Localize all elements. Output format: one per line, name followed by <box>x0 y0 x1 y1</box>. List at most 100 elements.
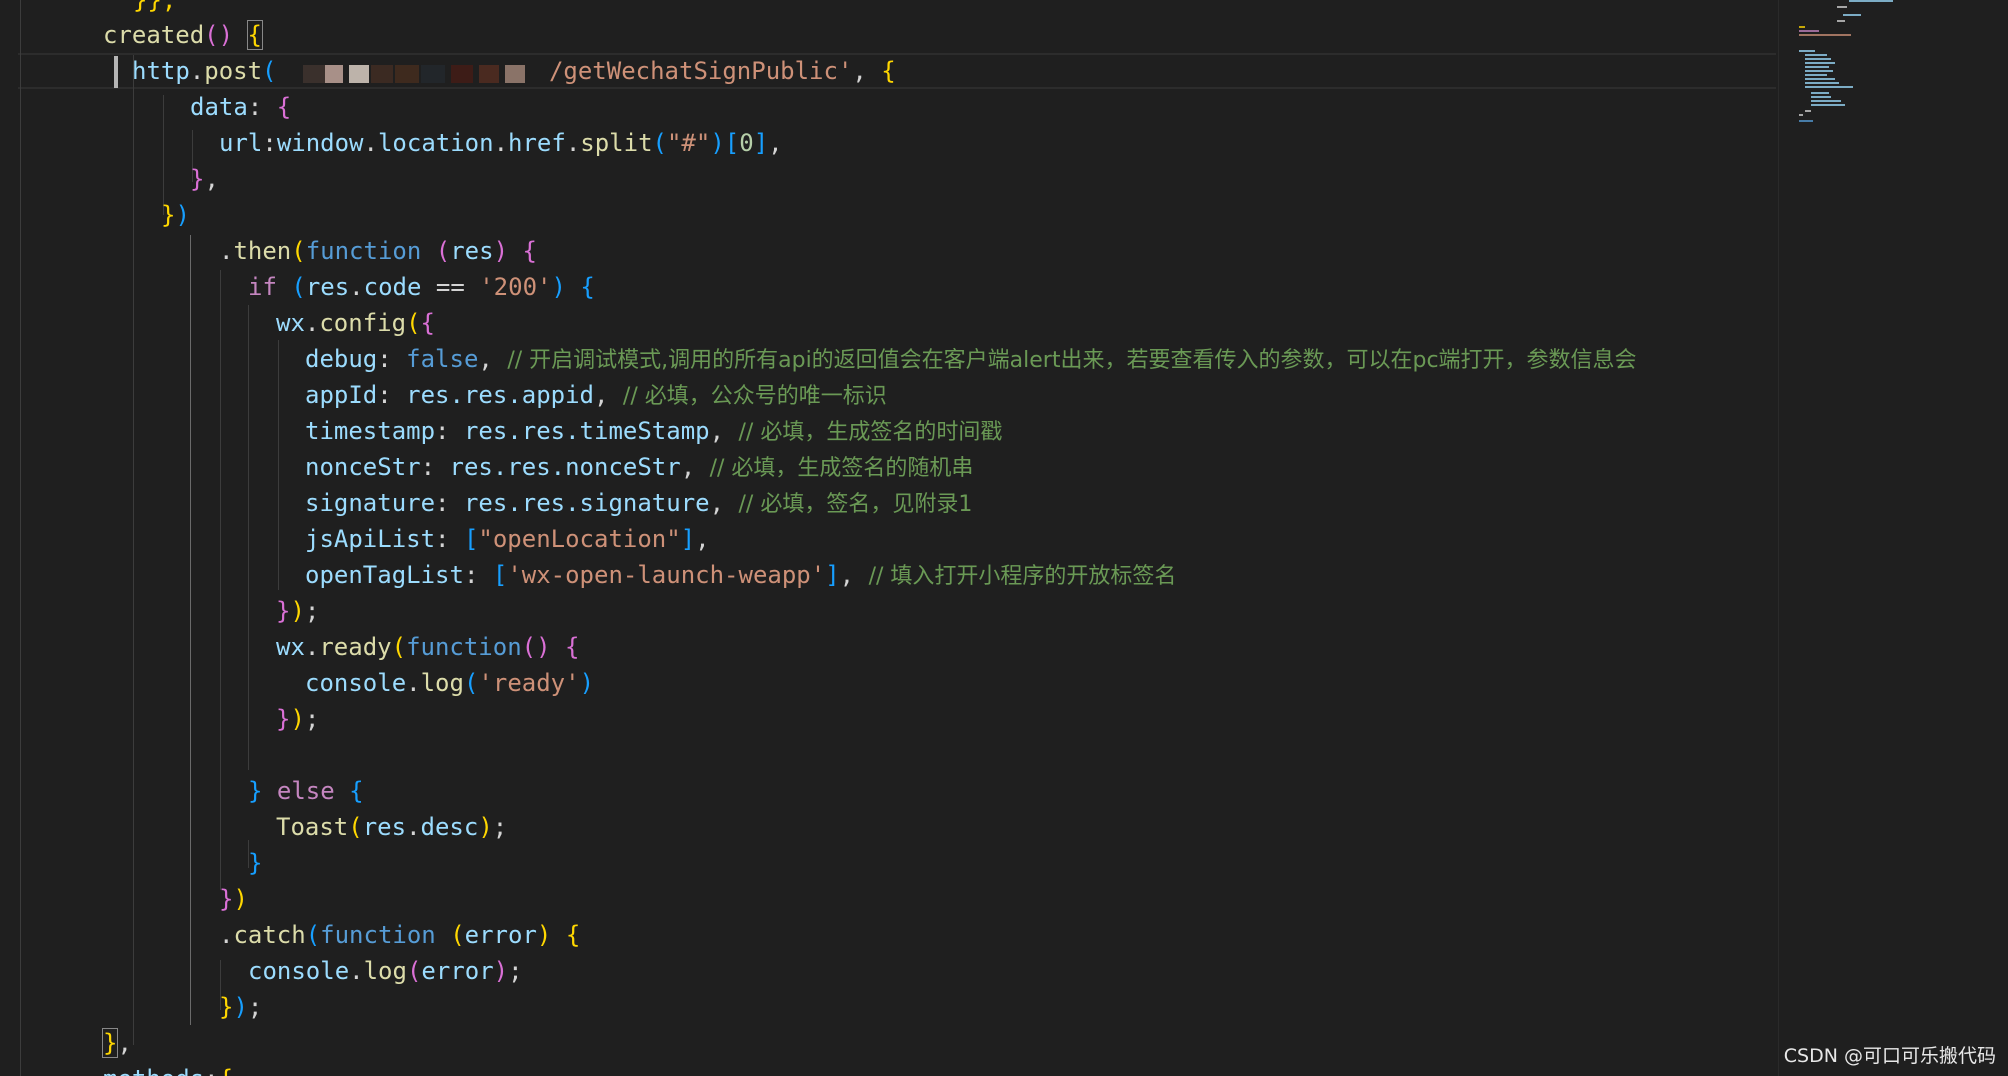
code-token: == <box>421 273 480 301</box>
code-token: error <box>464 921 537 949</box>
minimap-line <box>1805 66 1829 68</box>
code-line: data: { <box>190 93 292 121</box>
minimap-line <box>1799 50 1815 52</box>
code-token: error <box>421 957 494 985</box>
code-token: "openLocation" <box>478 525 681 553</box>
code-comment: // 填入打开小程序的开放标签名 <box>868 564 1177 589</box>
code-editor[interactable]: }}, created() { http.post( /getWechatSig… <box>0 0 2008 1076</box>
code-token: wx <box>276 309 305 337</box>
code-line: }); <box>219 993 263 1021</box>
text-cursor <box>114 56 118 88</box>
code-token: post <box>204 57 263 85</box>
code-line: url:window.location.href.split("#")[0], <box>219 129 783 157</box>
code-token: signature <box>305 489 436 517</box>
indent-guide <box>220 270 221 890</box>
code-token: url <box>219 129 263 157</box>
minimap[interactable] <box>1778 0 2008 1076</box>
code-comment: // 必填，签名，见附录1 <box>738 492 973 517</box>
code-line: jsApiList: ["openLocation"], <box>305 525 710 553</box>
code-token: debug <box>305 345 378 373</box>
code-line: appId: res.res.appid, // 必填，公众号的唯一标识 <box>305 381 887 409</box>
code-token: Toast <box>276 813 349 841</box>
minimap-line <box>1805 62 1835 64</box>
minimap-line <box>1799 26 1805 28</box>
code-token: '200' <box>479 273 552 301</box>
code-line: } else { <box>248 777 364 805</box>
code-token: /getWechatSignPublic' <box>548 57 853 85</box>
code-token: function <box>320 921 436 949</box>
code-token: function <box>305 237 422 265</box>
code-token: 0 <box>739 129 754 157</box>
code-line: console.log('ready') <box>305 669 595 697</box>
code-token: appId <box>305 381 378 409</box>
code-line: }, <box>190 165 219 193</box>
code-line: } <box>248 849 263 877</box>
code-line: nonceStr: res.res.nonceStr, // 必填，生成签名的随… <box>305 453 974 481</box>
minimap-line <box>1805 54 1827 56</box>
code-token: res.res.nonceStr <box>449 453 681 481</box>
code-token: http <box>132 57 190 85</box>
minimap-line <box>1843 14 1861 16</box>
code-comment: // 开启调试模式,调用的所有api的返回值会在客户端alert出来，若要查看传… <box>507 348 1637 373</box>
code-token: "#" <box>666 129 711 157</box>
code-token: res <box>450 237 494 265</box>
code-token: window <box>276 129 364 157</box>
code-token: config <box>319 309 407 337</box>
code-token: else <box>276 777 335 805</box>
code-comment: // 必填，生成签名的时间戳 <box>738 420 1003 445</box>
minimap-line <box>1837 6 1847 8</box>
csdn-watermark: CSDN @可口可乐搬代码 <box>1783 1045 1996 1067</box>
minimap-line <box>1849 0 1893 2</box>
code-token: jsApiList <box>305 525 436 553</box>
minimap-line <box>1811 92 1829 94</box>
code-line: methods:{ <box>103 1061 233 1076</box>
minimap-line <box>1811 104 1845 106</box>
code-token: log <box>420 669 464 697</box>
code-token: href <box>508 129 566 157</box>
code-token: function <box>406 633 522 661</box>
code-token: 'ready' <box>478 669 580 697</box>
code-line: openTagList: ['wx-open-launch-weapp'], /… <box>305 561 1177 589</box>
code-line: }) <box>219 885 248 913</box>
code-token: catch <box>233 921 306 949</box>
code-token: false <box>406 345 479 373</box>
minimap-line <box>1799 34 1851 36</box>
code-token: wx <box>276 633 305 661</box>
indent-guide <box>133 55 134 1045</box>
code-line: wx.config({ <box>276 309 435 337</box>
code-line: Toast(res.desc); <box>276 813 508 841</box>
minimap-line <box>1805 58 1831 60</box>
code-line: http.post( /getWechatSignPublic', { <box>132 57 896 85</box>
code-line: if (res.code == '200') { <box>248 273 595 301</box>
code-area[interactable]: }}, created() { http.post( /getWechatSig… <box>0 0 1778 1076</box>
code-token: then <box>233 237 292 265</box>
code-line: }); <box>276 597 320 625</box>
code-token: res <box>305 273 350 301</box>
minimap-line <box>1805 86 1853 88</box>
indent-guide <box>20 0 21 1076</box>
minimap-line <box>1805 82 1839 84</box>
minimap-line <box>1811 96 1831 98</box>
code-line: signature: res.res.signature, // 必填，签名，见… <box>305 489 973 517</box>
minimap-line <box>1805 74 1827 76</box>
code-comment: // 必填，生成签名的随机串 <box>709 456 974 481</box>
code-token: res.res.signature <box>463 489 710 517</box>
code-token: 'wx-open-launch-weapp' <box>507 561 826 589</box>
minimap-line <box>1811 100 1841 102</box>
code-line: }, <box>101 1028 132 1058</box>
code-line: }}, <box>133 0 176 18</box>
code-comment: // 必填，公众号的唯一标识 <box>622 384 887 409</box>
indent-guide <box>278 340 279 590</box>
code-token: openTagList <box>305 561 464 589</box>
minimap-line <box>1805 78 1835 80</box>
code-line: console.log(error); <box>248 957 523 985</box>
code-token: location <box>377 129 494 157</box>
minimap-line <box>1799 114 1803 116</box>
code-token: desc <box>420 813 479 841</box>
indent-guide-active <box>190 235 191 1025</box>
code-line: }); <box>276 705 320 733</box>
code-token: ready <box>319 633 392 661</box>
code-token: if <box>248 273 277 301</box>
code-token: log <box>363 957 407 985</box>
minimap-line <box>1805 110 1811 112</box>
